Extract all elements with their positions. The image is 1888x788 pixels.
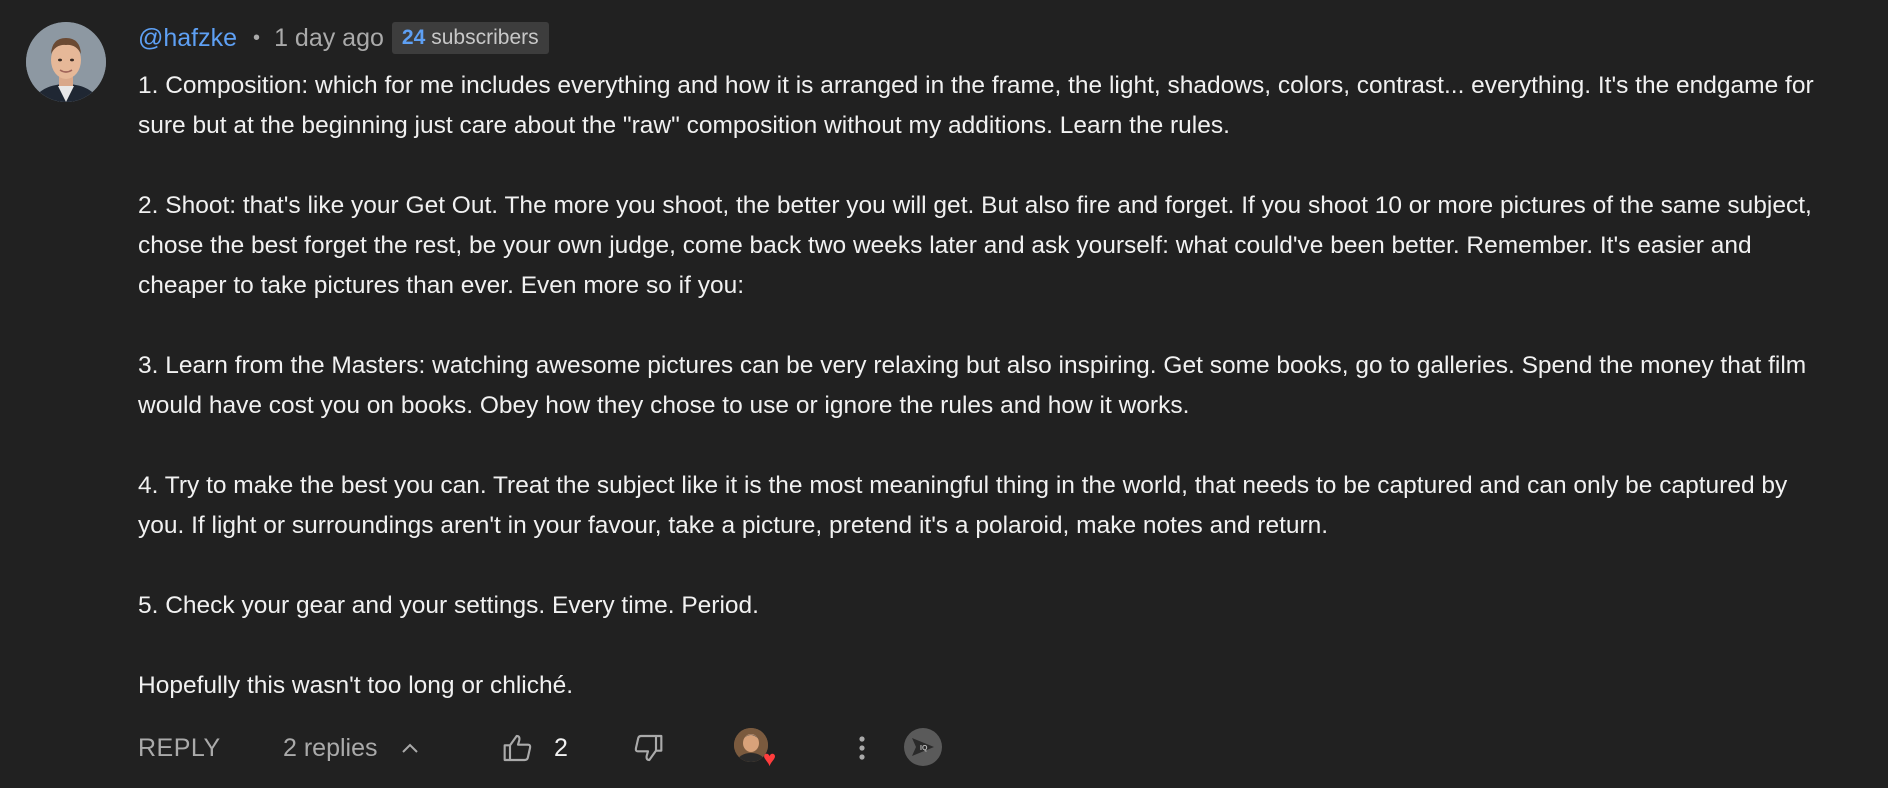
comment-thread: @hafzke • 1 day ago 24 subscribers 1. Co… [0,0,1888,788]
comment-paragraph: 4. Try to make the best you can. Treat t… [138,472,1788,539]
extension-button[interactable]: IQ [904,728,942,766]
comment-action-bar: REPLY 2 replies 2 ♥ IQ [138,726,1838,770]
comment-paragraph: 1. Composition: which for me includes ev… [138,72,1814,139]
chevron-up-icon [401,743,418,753]
creator-heart-icon: ♥ [762,746,776,771]
extension-label: IQ [920,745,928,752]
thumbs-up-icon [503,734,532,762]
comment-timestamp[interactable]: 1 day ago [274,24,384,53]
subscriber-badge: 24 subscribers [391,22,549,54]
like-count: 2 [554,733,568,762]
comment-paragraph: 3. Learn from the Masters: watching awes… [138,352,1807,419]
comment-body: @hafzke • 1 day ago 24 subscribers 1. Co… [138,18,1838,706]
comment-paragraph: Hopefully this wasn't too long or chlich… [138,672,574,699]
like-button[interactable]: 2 [502,726,568,770]
avatar-image [26,22,106,102]
comment-paragraph: 2. Shoot: that's like your Get Out. The … [138,192,1812,299]
author-avatar[interactable] [26,22,106,102]
subscriber-label: subscribers [431,26,539,49]
replies-label: 2 replies [283,734,378,762]
more-vertical-icon [859,736,865,760]
creator-heart[interactable]: ♥ [734,728,776,771]
extension-icon: IQ [912,738,934,756]
replies-toggle-button[interactable]: 2 replies [283,726,422,770]
separator-dot: • [253,26,261,49]
dislike-button[interactable] [632,726,664,770]
comment-paragraph: 5. Check your gear and your settings. Ev… [138,592,759,619]
more-actions-button[interactable] [850,726,874,770]
thumbs-down-icon [634,734,663,762]
author-name[interactable]: @hafzke [138,24,237,53]
comment-header: @hafzke • 1 day ago 24 subscribers [138,18,1838,58]
comment-text: 1. Composition: which for me includes ev… [138,66,1838,706]
reply-button[interactable]: REPLY [138,726,221,770]
subscriber-count: 24 [401,26,426,49]
